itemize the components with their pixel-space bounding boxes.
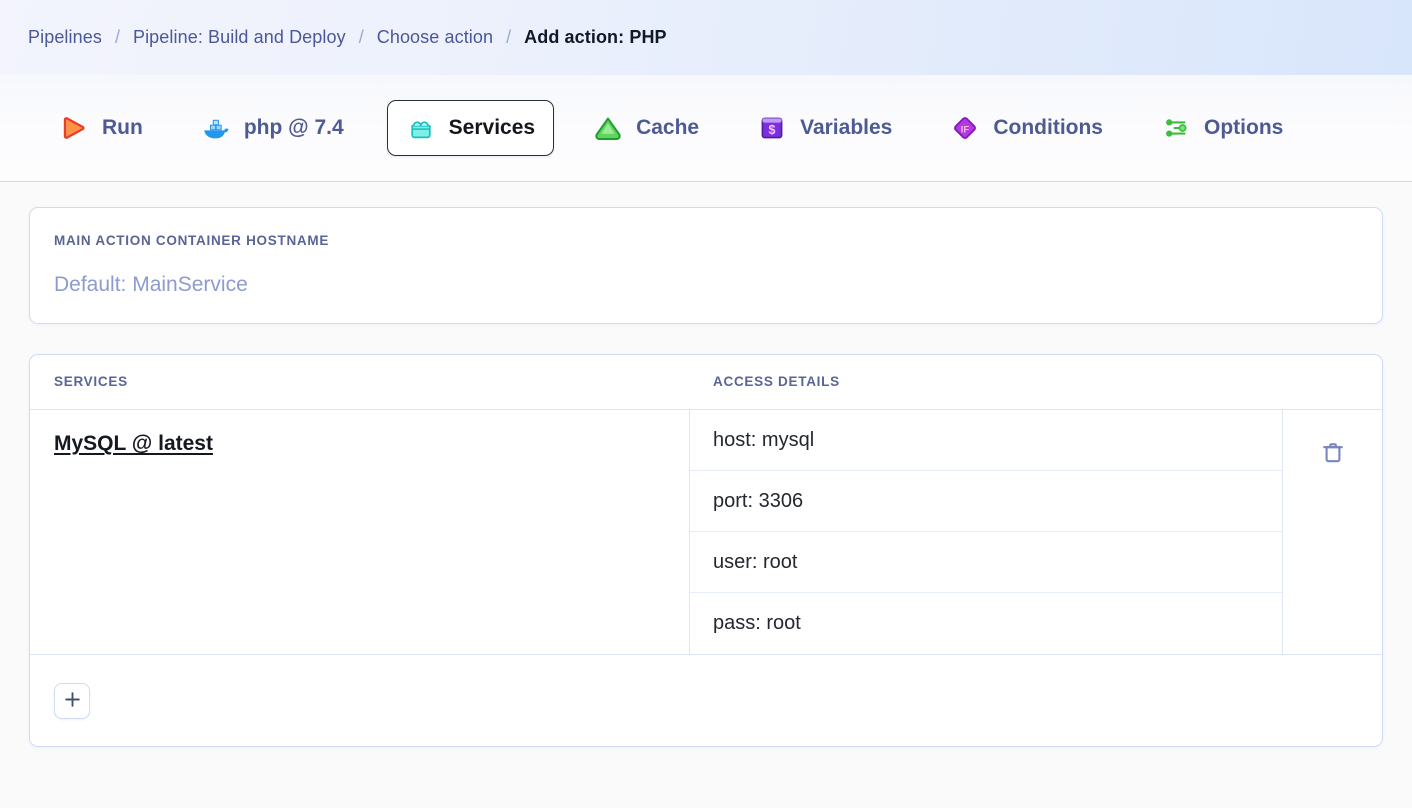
play-icon [59,113,89,143]
table-row: MySQL @ latest host: mysql port: 3306 us… [30,410,1382,655]
hostname-label: MAIN ACTION CONTAINER HOSTNAME [54,233,1358,248]
tab-run-label: Run [102,116,143,140]
variables-dollar-icon: $ [757,113,787,143]
services-bag-icon [406,113,436,143]
breadcrumb-separator: / [493,27,524,48]
services-card: SERVICES ACCESS DETAILS MySQL @ latest h… [29,354,1383,747]
breadcrumb-item-choose-action[interactable]: Choose action [377,27,493,48]
cache-triangle-icon [593,113,623,143]
access-detail-user: user: root [690,532,1282,593]
access-detail-host: host: mysql [690,410,1282,471]
service-actions-cell [1283,410,1382,654]
column-header-access-details: ACCESS DETAILS [713,374,840,389]
breadcrumb-item-add-action: Add action: PHP [524,27,667,48]
breadcrumb-bar: Pipelines / Pipeline: Build and Deploy /… [0,0,1412,75]
access-detail-port: port: 3306 [690,471,1282,532]
tab-services[interactable]: Services [387,100,554,156]
breadcrumb: Pipelines / Pipeline: Build and Deploy /… [28,27,667,48]
tab-cache-label: Cache [636,116,699,140]
tab-php-version[interactable]: php @ 7.4 [186,100,359,156]
delete-service-button[interactable] [1316,437,1350,471]
service-link-mysql[interactable]: MySQL @ latest [54,432,213,456]
tab-conditions[interactable]: IF Conditions [935,100,1118,156]
options-sliders-icon [1161,113,1191,143]
access-detail-pass: pass: root [690,593,1282,654]
breadcrumb-item-pipeline[interactable]: Pipeline: Build and Deploy [133,27,346,48]
tab-run[interactable]: Run [44,100,158,156]
tab-bar: Run php @ 7.4 Services [0,75,1412,182]
tab-cache[interactable]: Cache [578,100,714,156]
svg-text:IF: IF [961,124,970,135]
services-table-header: SERVICES ACCESS DETAILS [30,355,1382,410]
service-name-cell: MySQL @ latest [30,410,690,654]
plus-icon [64,691,81,711]
tab-options-label: Options [1204,116,1283,140]
column-header-services-cell: SERVICES [30,373,690,391]
tab-variables[interactable]: $ Variables [742,100,907,156]
docker-whale-icon [201,113,231,143]
conditions-if-icon: IF [950,113,980,143]
hostname-input[interactable] [54,273,1358,297]
breadcrumb-separator: / [102,27,133,48]
hostname-card: MAIN ACTION CONTAINER HOSTNAME [29,207,1383,324]
tab-php-version-label: php @ 7.4 [244,116,344,140]
service-access-details-cell: host: mysql port: 3306 user: root pass: … [690,410,1283,654]
column-header-access-cell: ACCESS DETAILS [690,373,1382,391]
page-content: MAIN ACTION CONTAINER HOSTNAME SERVICES … [0,182,1412,747]
column-header-services: SERVICES [54,374,128,389]
breadcrumb-item-pipelines[interactable]: Pipelines [28,27,102,48]
breadcrumb-separator: / [346,27,377,48]
add-service-button[interactable] [54,683,90,719]
tab-conditions-label: Conditions [993,116,1103,140]
services-table-footer [30,655,1382,746]
tab-services-label: Services [449,116,535,140]
tab-variables-label: Variables [800,116,892,140]
trash-icon [1320,440,1346,469]
tab-options[interactable]: Options [1146,100,1298,156]
svg-text:$: $ [769,123,776,137]
